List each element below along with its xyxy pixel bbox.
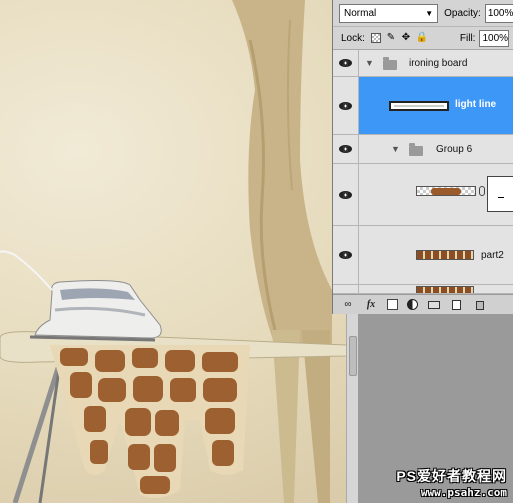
layer-name: ironing board xyxy=(409,58,468,69)
folder-icon[interactable] xyxy=(427,299,441,311)
fill-field[interactable]: 100% xyxy=(479,29,510,47)
layer-part2[interactable]: part2 xyxy=(333,226,513,285)
layer-name: Group 6 xyxy=(436,144,473,155)
layer-name: part2 xyxy=(481,250,504,261)
eye-icon xyxy=(339,59,352,67)
link-icon[interactable]: ∞ xyxy=(341,299,355,311)
eye-icon xyxy=(339,145,352,153)
eye-icon xyxy=(339,101,352,110)
layers-footer: ∞ fx xyxy=(333,294,513,314)
layer-thumbnail xyxy=(416,250,474,260)
fx-icon[interactable]: fx xyxy=(364,299,378,311)
adjustment-icon[interactable] xyxy=(407,299,418,310)
folder-icon xyxy=(409,143,423,156)
layer-thumbnail xyxy=(416,186,476,196)
mask-icon[interactable] xyxy=(387,299,398,310)
visibility-toggle[interactable] xyxy=(333,135,359,163)
layer-light-line[interactable]: light line xyxy=(333,77,513,135)
layer-thumbnail xyxy=(389,101,449,111)
lock-label: Lock: xyxy=(341,32,365,44)
blend-mode-value: Normal xyxy=(344,7,377,19)
layer-name: light line xyxy=(455,99,497,110)
eye-icon xyxy=(339,190,352,199)
eye-icon xyxy=(339,251,352,259)
giraffe-cloth xyxy=(50,345,250,499)
folder-icon xyxy=(383,57,397,70)
expand-triangle-icon[interactable]: ▼ xyxy=(391,144,400,154)
blend-mode-select[interactable]: Normal ▼ xyxy=(339,3,439,23)
watermark-line-1: PS爱好者教程网 xyxy=(396,468,507,484)
chevron-down-icon: ▼ xyxy=(425,8,434,18)
expand-triangle-icon[interactable]: ▼ xyxy=(365,58,374,68)
visibility-toggle[interactable] xyxy=(333,226,359,284)
layer-partial[interactable] xyxy=(333,285,513,294)
layer-masked[interactable] xyxy=(333,164,513,226)
layer-group-ironing-board[interactable]: ▼ ironing board xyxy=(333,50,513,77)
layer-thumbnail xyxy=(416,286,474,293)
lock-row: Lock: ✎ ✥ 🔒 Fill: 100% xyxy=(333,27,513,50)
visibility-toggle[interactable] xyxy=(333,164,359,225)
iron xyxy=(0,250,162,342)
watermark: PS爱好者教程网 www.psahz.com xyxy=(396,466,507,499)
layer-group-6[interactable]: ▼ Group 6 xyxy=(333,135,513,164)
lock-move-icon[interactable]: ✥ xyxy=(401,33,411,43)
lock-all-icon[interactable]: 🔒 xyxy=(416,33,428,43)
watermark-line-2: www.psahz.com xyxy=(420,486,507,499)
trash-icon[interactable] xyxy=(473,299,487,311)
new-layer-icon[interactable] xyxy=(450,299,464,311)
layers-panel: Normal ▼ Opacity: 100% Lock: ✎ ✥ 🔒 Fill:… xyxy=(332,0,513,314)
visibility-toggle[interactable] xyxy=(333,77,359,134)
blend-row: Normal ▼ Opacity: 100% xyxy=(333,0,513,27)
layer-list: ▼ ironing board light line ▼ Group 6 par… xyxy=(333,50,513,294)
opacity-field[interactable]: 100% xyxy=(484,3,513,23)
scrollbar-thumb[interactable] xyxy=(349,336,357,376)
visibility-toggle[interactable] xyxy=(333,285,359,293)
lock-transparency-icon[interactable] xyxy=(370,33,381,43)
visibility-toggle[interactable] xyxy=(333,50,359,76)
vertical-scrollbar[interactable] xyxy=(346,314,358,503)
layer-mask-thumbnail[interactable] xyxy=(487,176,513,212)
opacity-label: Opacity: xyxy=(444,7,481,19)
mask-link-icon[interactable] xyxy=(479,186,485,196)
fill-label: Fill: xyxy=(459,32,476,44)
lock-brush-icon[interactable]: ✎ xyxy=(386,33,396,43)
